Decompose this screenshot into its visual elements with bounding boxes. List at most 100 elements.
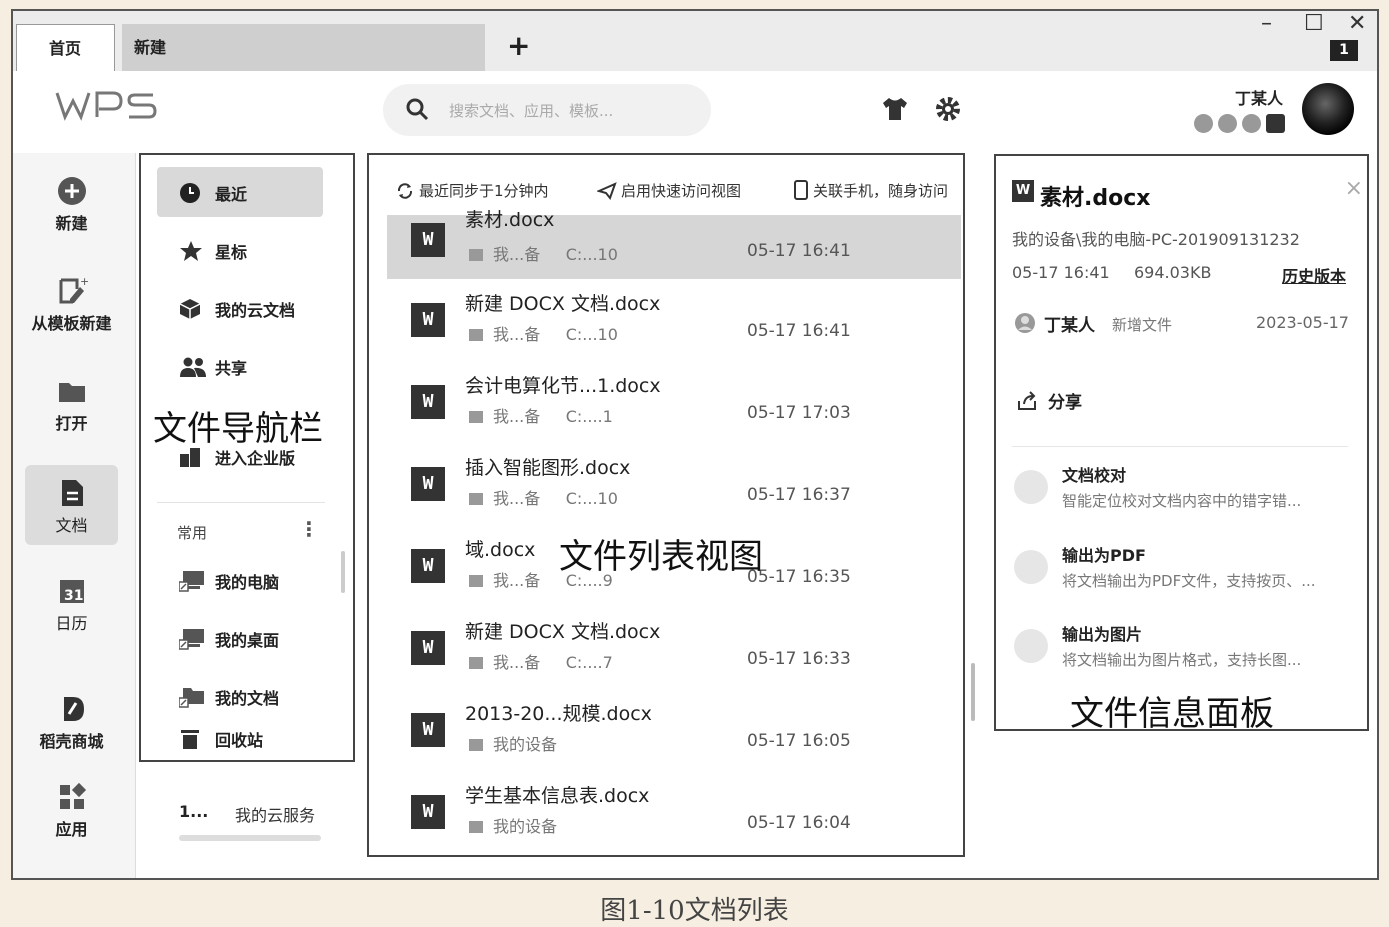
info-file-size: 694.03KB bbox=[1134, 263, 1212, 282]
nav-label: 进入企业版 bbox=[215, 449, 296, 468]
folder-icon bbox=[58, 383, 85, 402]
info-user-action: 新增文件 bbox=[1112, 316, 1173, 334]
file-date: 05-17 16:41 bbox=[747, 321, 851, 341]
file-name: 新建 DOCX 文档.docx bbox=[465, 621, 661, 643]
file-row[interactable]: W 会计电算化节...1.docx 我...备 C:....1 05-17 17… bbox=[387, 361, 961, 443]
history-versions-link[interactable]: 历史版本 bbox=[1282, 263, 1346, 287]
section-label-common: 常用 bbox=[177, 524, 208, 542]
nav-label: 回收站 bbox=[215, 731, 264, 750]
tool-title: 输出为PDF bbox=[1062, 546, 1146, 565]
wps-logo bbox=[53, 87, 163, 127]
close-icon[interactable]: × bbox=[1345, 176, 1363, 201]
divider bbox=[1012, 446, 1348, 447]
file-device: 我...备 bbox=[493, 407, 541, 426]
nav-item-cloud-docs[interactable]: 我的云文档 bbox=[157, 283, 323, 333]
sidebar-label: 文档 bbox=[55, 516, 88, 535]
tab-home[interactable]: 首页 bbox=[16, 24, 115, 71]
file-row[interactable]: W 插入智能图形.docx 我...备 C:...10 05-17 16:37 bbox=[387, 443, 961, 525]
file-list-scrollbar[interactable] bbox=[971, 663, 975, 721]
word-file-icon: W bbox=[1012, 180, 1034, 202]
app-window: 首页 新建 + – ☐ ✕ 1 搜索文档、应用、模板... 丁某人 新建 从模板… bbox=[11, 9, 1379, 880]
clock-icon bbox=[179, 182, 201, 208]
avatar[interactable] bbox=[1302, 83, 1354, 135]
info-user-date: 2023-05-17 bbox=[1256, 313, 1349, 332]
star-icon bbox=[179, 240, 203, 266]
tool-description: 智能定位校对文档内容中的错字错... bbox=[1062, 492, 1302, 510]
file-location: 我...备 C:...10 bbox=[469, 241, 618, 265]
info-modified-time: 05-17 16:41 bbox=[1012, 263, 1110, 282]
left-sidebar: 新建 + 从模板新建 打开 文档 31 日历 稻壳商城 应用 bbox=[13, 153, 136, 878]
plus-circle-icon bbox=[57, 177, 86, 205]
sidebar-item-documents[interactable]: 文档 bbox=[25, 465, 118, 545]
device-icon bbox=[469, 575, 483, 587]
sidebar-item-store[interactable]: 稻壳商城 bbox=[19, 681, 124, 761]
close-window-button[interactable]: ✕ bbox=[1348, 11, 1366, 36]
tool-proofread[interactable]: 文档校对 智能定位校对文档内容中的错字错... bbox=[1010, 460, 1360, 524]
tab-new[interactable]: 新建 bbox=[122, 24, 485, 71]
tool-title: 输出为图片 bbox=[1062, 625, 1143, 644]
tab-bar: 首页 新建 + – ☐ ✕ 1 bbox=[13, 11, 1377, 71]
window-count-badge[interactable]: 1 bbox=[1330, 40, 1358, 61]
user-avatar-icon bbox=[1014, 312, 1036, 338]
file-navigation-panel: 最近 星标 我的云文档 共享 文件导航栏 进入企业版 常用 ⋮ 我的电脑 我的桌 bbox=[139, 153, 355, 762]
svg-text:+: + bbox=[80, 275, 88, 288]
nav-item-my-desktop[interactable]: 我的桌面 bbox=[157, 613, 323, 663]
nav-item-shared[interactable]: 共享 bbox=[157, 341, 323, 391]
user-name[interactable]: 丁某人 bbox=[1235, 85, 1283, 109]
file-row[interactable]: W 素材.docx 我...备 C:...10 05-17 16:41 bbox=[387, 209, 961, 279]
file-row[interactable]: W 新建 DOCX 文档.docx 我...备 C:...10 05-17 16… bbox=[387, 279, 961, 361]
sync-status-button[interactable]: 最近同步于1分钟内 bbox=[395, 180, 549, 201]
cloud-storage-bar bbox=[179, 835, 321, 841]
maximize-button[interactable]: ☐ bbox=[1304, 11, 1324, 36]
file-row[interactable]: W 新建 DOCX 文档.docx 我...备 C:....7 05-17 16… bbox=[387, 607, 961, 689]
phone-icon bbox=[794, 180, 808, 200]
file-row[interactable]: W 2013-20...规模.docx 我的设备 05-17 16:05 bbox=[387, 689, 961, 771]
nav-label: 我的文档 bbox=[215, 689, 280, 708]
sidebar-item-open[interactable]: 打开 bbox=[25, 363, 118, 443]
file-path: C:....7 bbox=[565, 653, 613, 672]
link-phone-button[interactable]: 关联手机，随身访问 bbox=[793, 180, 948, 201]
file-info-panel: W 素材.docx × 我的设备\我的电脑-PC-201909131232 05… bbox=[994, 154, 1369, 734]
file-location: 我的设备 bbox=[469, 731, 557, 755]
nav-item-recycle-bin[interactable]: 回收站 bbox=[157, 713, 323, 763]
add-tab-button[interactable]: + bbox=[507, 29, 530, 62]
search-bar[interactable]: 搜索文档、应用、模板... bbox=[383, 84, 711, 136]
nav-item-starred[interactable]: 星标 bbox=[157, 225, 323, 275]
nav-item-recent[interactable]: 最近 bbox=[157, 167, 323, 217]
skin-icon[interactable] bbox=[880, 95, 910, 127]
level-badge-icon bbox=[1242, 114, 1261, 133]
file-location: 我...备 C:...10 bbox=[469, 321, 618, 345]
nav-item-enterprise[interactable]: 进入企业版 bbox=[157, 431, 323, 481]
tool-export-pdf[interactable]: 输出为PDF 将文档输出为PDF文件，支持按页、... bbox=[1010, 540, 1360, 604]
desktop-icon bbox=[178, 628, 205, 654]
cloud-service[interactable]: 1... 我的云服务 bbox=[139, 762, 355, 878]
file-row[interactable]: W 学生基本信息表.docx 我的设备 05-17 16:04 bbox=[387, 771, 961, 853]
sidebar-item-calendar[interactable]: 31 日历 bbox=[25, 563, 118, 643]
quick-access-button[interactable]: 启用快速访问视图 bbox=[596, 180, 742, 201]
file-device: 我...备 bbox=[493, 571, 541, 590]
word-file-icon: W bbox=[411, 549, 445, 583]
file-location: 我...备 C:...10 bbox=[469, 485, 618, 509]
sidebar-item-apps[interactable]: 应用 bbox=[25, 769, 118, 849]
nav-item-my-computer[interactable]: 我的电脑 bbox=[157, 555, 323, 605]
computer-icon bbox=[178, 570, 205, 596]
apps-icon bbox=[59, 782, 86, 809]
file-name: 2013-20...规模.docx bbox=[465, 703, 652, 725]
settings-icon[interactable] bbox=[934, 95, 962, 127]
more-options-icon[interactable]: ⋮ bbox=[299, 517, 319, 541]
device-icon bbox=[469, 821, 483, 833]
file-path: C:...10 bbox=[565, 489, 618, 508]
quick-access-label: 启用快速访问视图 bbox=[621, 182, 742, 200]
sidebar-label: 稻壳商城 bbox=[39, 732, 104, 751]
nav-scrollbar[interactable] bbox=[341, 551, 345, 593]
sidebar-item-new[interactable]: 新建 bbox=[25, 163, 118, 243]
share-button[interactable]: 分享 bbox=[1016, 388, 1082, 413]
enterprise-icon bbox=[179, 446, 201, 472]
file-date: 05-17 16:05 bbox=[747, 731, 851, 751]
search-input[interactable]: 搜索文档、应用、模板... bbox=[449, 100, 613, 121]
file-name: 域.docx bbox=[465, 539, 536, 561]
sidebar-item-template[interactable]: + 从模板新建 bbox=[19, 263, 124, 343]
nav-label: 我的电脑 bbox=[215, 573, 280, 592]
tool-export-image[interactable]: 输出为图片 将文档输出为图片格式，支持长图... bbox=[1010, 619, 1360, 683]
minimize-button[interactable]: – bbox=[1261, 11, 1272, 36]
